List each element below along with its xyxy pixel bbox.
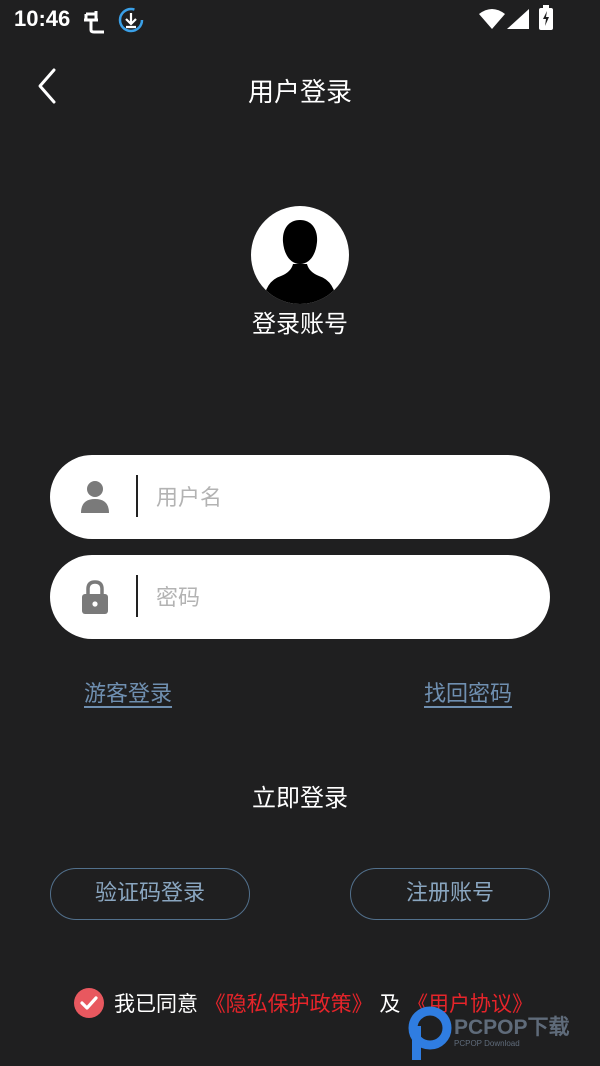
watermark-brand: PCPOP下载 [454, 1015, 570, 1039]
account-label: 登录账号 [252, 310, 348, 338]
status-time: 10:46 [14, 6, 71, 31]
password-field[interactable] [50, 555, 550, 641]
field-divider [136, 475, 138, 517]
page-title: 用户登录 [247, 78, 352, 108]
user-silhouette-icon [263, 220, 337, 304]
recover-password-link[interactable]: 找回密码 [424, 676, 512, 708]
wifi-icon [479, 9, 505, 29]
password-input[interactable] [154, 555, 538, 641]
status-bar: 10:46 [0, 0, 600, 40]
signal-icon [507, 9, 529, 29]
privacy-policy-link[interactable]: 《隐私保护政策》 [205, 992, 373, 1016]
lock-icon [82, 580, 108, 614]
header: 用户登录 [0, 56, 600, 120]
login-button[interactable]: 立即登录 [0, 778, 600, 813]
agreement-prefix: 我已同意 [114, 992, 198, 1016]
watermark-sub: PCPOP Download [454, 1039, 520, 1048]
agreement-conjunction: 及 [379, 992, 401, 1016]
guest-login-link[interactable]: 游客登录 [84, 676, 172, 708]
register-button[interactable]: 注册账号 [350, 868, 550, 920]
avatar[interactable] [251, 206, 349, 304]
battery-icon [539, 5, 553, 30]
user-icon [81, 481, 109, 513]
sms-login-button[interactable]: 验证码登录 [50, 868, 250, 920]
username-input[interactable] [154, 455, 538, 541]
agreement-checkbox[interactable] [74, 988, 104, 1018]
check-icon [80, 996, 98, 1010]
download-icon [118, 7, 144, 33]
field-divider [136, 575, 138, 617]
notification-bug-icon [84, 11, 104, 34]
username-field[interactable] [50, 455, 550, 541]
pcpop-watermark-logo: PCPOP下载 PCPOP Download [408, 1006, 570, 1060]
